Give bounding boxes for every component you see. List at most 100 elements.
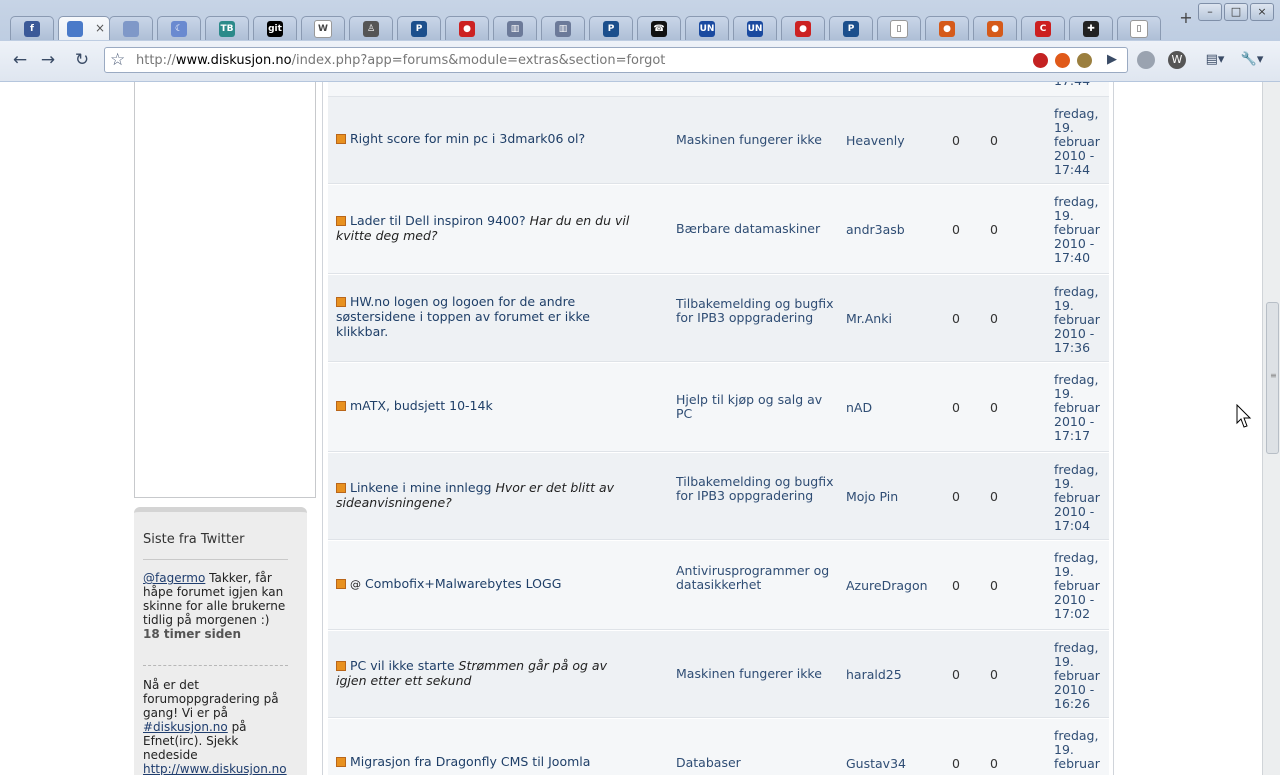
browser-tab[interactable]: git [253,16,297,40]
date-line: 17:36 [1054,340,1091,355]
browser-tab[interactable]: P [829,16,873,40]
topic-date: fredag, 19. februar 2010 -17:36 [1054,285,1110,355]
tweet-user-link[interactable]: @fagermo [143,571,205,585]
tab-favicon-icon: C [1035,20,1051,37]
forum-link[interactable]: Maskinen fungerer ikke [676,132,836,147]
date-line: februar [1054,668,1100,683]
author-link[interactable]: Mr.Anki [846,311,892,326]
browser-tab[interactable]: ☾ [157,16,201,40]
tab-favicon-icon: TB [219,20,235,37]
browser-tab[interactable]: W [301,16,345,40]
page-menu-button[interactable]: ▤▾ [1200,49,1230,71]
topic-link[interactable]: HW.no logen og logoen for de andre søste… [336,294,590,339]
maximize-button[interactable]: □ [1224,3,1248,21]
topic-link[interactable]: Right score for min pc i 3dmark06 ol? [350,131,585,146]
topic-link[interactable]: Lader til Dell inspiron 9400? [350,213,526,228]
extension-icon[interactable] [1055,53,1070,68]
topic-link[interactable]: PC vil ikke starte [350,658,455,673]
browser-tab[interactable]: P [397,16,441,40]
forum-link[interactable]: Databaser [676,755,836,770]
topic-link[interactable]: Linkene i mine innlegg [350,480,491,495]
author-link[interactable]: AzureDragon [846,578,928,593]
topic-status-icon[interactable] [336,215,346,226]
scrollbar-thumb[interactable]: ≡ [1266,302,1279,454]
author-link[interactable]: andr3asb [846,222,905,237]
extension-icon[interactable] [1077,53,1092,68]
browser-tab[interactable]: P [589,16,633,40]
browser-tab[interactable]: ▥ [493,16,537,40]
forum-link[interactable]: Maskinen fungerer ikke [676,666,836,681]
extension-icon[interactable] [1137,51,1155,69]
forum-link[interactable]: Bærbare datamaskiner [676,221,836,236]
vertical-scrollbar[interactable]: ≡ [1262,82,1280,775]
tweet-url-link[interactable]: http://www.diskusjon.no [143,762,287,775]
tweet-hashtag-link[interactable]: #diskusjon.no [143,720,228,734]
tab-favicon-icon: UN [699,20,715,37]
topic-status-icon[interactable] [336,660,346,671]
forum-link[interactable]: Tilbakemelding og bugfix for IPB3 oppgra… [676,296,836,325]
new-tab-button[interactable]: + [1172,8,1200,28]
topic-link[interactable]: Migrasjon fra Dragonfly CMS til Joomla [350,754,590,769]
author-link[interactable]: Heavenly [846,133,905,148]
author-link[interactable]: Mojo Pin [846,489,898,504]
topic-status-icon[interactable] [336,134,346,144]
browser-tab[interactable]: ♙ [349,16,393,40]
date-line: fredag, [1054,640,1099,655]
browser-tab[interactable]: TB [205,16,249,40]
reply-count: 0 [952,577,960,593]
date-line: 19. [1054,208,1074,223]
tab-favicon-icon: ● [939,20,955,37]
tab-favicon-icon: ☎ [651,20,667,37]
forum-link[interactable]: Antivirusprogrammer og datasikkerhet [676,563,836,592]
bookmark-star-icon[interactable]: ☆ [110,50,125,70]
topic-status-icon[interactable] [336,757,346,767]
browser-tab[interactable]: ● [925,16,969,40]
address-bar[interactable]: ☆ http://www.diskusjon.no/index.php?app=… [104,47,1128,73]
forum-link[interactable]: Hjelp til kjøp og salg av PC [676,392,836,421]
back-button[interactable]: ← [8,49,32,71]
tab-favicon-icon: ● [459,20,475,37]
view-count: 0 [990,488,998,504]
tab-favicon-icon: ● [987,20,1003,37]
topic-status-icon[interactable] [336,401,346,411]
topic-status-icon[interactable] [336,579,346,589]
browser-tab[interactable]: ▯ [877,16,921,40]
url-text[interactable]: http://www.diskusjon.no/index.php?app=fo… [136,53,665,68]
browser-tab[interactable]: × [58,16,110,40]
topic-status-icon[interactable] [336,482,346,493]
topic-link[interactable]: mATX, budsjett 10-14k [350,398,493,413]
browser-tab[interactable]: ✚ [1069,16,1113,40]
topic-link[interactable]: Combofix+Malwarebytes LOGG [365,576,561,591]
author-link[interactable]: nAD [846,400,872,415]
browser-tab[interactable] [109,16,153,40]
close-window-button[interactable]: × [1250,3,1274,21]
browser-tab[interactable]: ☎ [637,16,681,40]
browser-tab[interactable]: ▯ [1117,16,1161,40]
topic-status-icon[interactable] [336,297,346,307]
tab-strip: f × ☾ TB git W ♙ P ● ▥ ▥ P ☎ UN UN ● P ▯ ● ● C ✚ ▯ [0,12,1280,40]
adblock-extension-icon[interactable] [1033,53,1048,68]
browser-tab[interactable]: C [1021,16,1065,40]
browser-tab[interactable]: UN [733,16,777,40]
browser-tab[interactable]: ● [781,16,825,40]
browser-tab[interactable]: ● [973,16,1017,40]
url-host: www.diskusjon.no [175,53,292,68]
minimize-button[interactable]: – [1198,3,1222,21]
author-link[interactable]: harald25 [846,667,902,682]
mouse-cursor-icon [1236,404,1252,428]
forward-button[interactable]: → [36,49,60,71]
reload-button[interactable]: ↻ [70,49,94,71]
date-line: fredag, [1054,372,1099,387]
reply-count: 0 [952,221,960,237]
tab-close-button[interactable]: × [95,21,105,35]
browser-tab[interactable]: ▥ [541,16,585,40]
date-line: 17:44 [1054,162,1091,177]
browser-tab[interactable]: ● [445,16,489,40]
tools-menu-button[interactable]: 🔧▾ [1236,49,1268,71]
author-link[interactable]: Gustav34 [846,756,906,771]
forum-link[interactable]: Tilbakemelding og bugfix for IPB3 oppgra… [676,474,836,503]
browser-tab[interactable]: f [10,16,54,40]
go-button[interactable]: ▶ [1100,49,1124,71]
wikipedia-extension-icon[interactable]: W [1168,51,1186,69]
browser-tab[interactable]: UN [685,16,729,40]
